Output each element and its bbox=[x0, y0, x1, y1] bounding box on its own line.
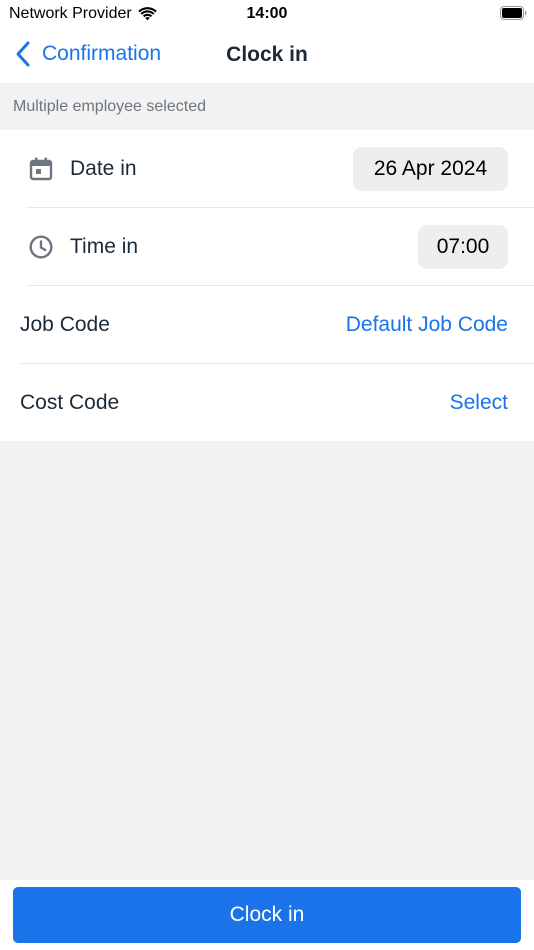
date-in-value[interactable]: 26 Apr 2024 bbox=[353, 147, 508, 191]
info-text: Multiple employee selected bbox=[13, 98, 206, 115]
calendar-icon bbox=[29, 157, 53, 181]
job-code-label: Job Code bbox=[20, 313, 110, 336]
time-in-row[interactable]: Time in 07:00 bbox=[0, 208, 534, 286]
footer: Clock in bbox=[0, 880, 534, 950]
cost-code-label: Cost Code bbox=[20, 391, 120, 414]
clock-in-button[interactable]: Clock in bbox=[13, 887, 521, 943]
cost-code-select[interactable]: Select bbox=[450, 391, 508, 415]
info-banner: Multiple employee selected bbox=[0, 83, 534, 130]
date-in-label: Date in bbox=[70, 157, 137, 180]
date-in-row[interactable]: Date in 26 Apr 2024 bbox=[0, 130, 534, 208]
time-in-value[interactable]: 07:00 bbox=[418, 225, 508, 269]
battery-icon bbox=[500, 6, 527, 20]
job-code-value[interactable]: Default Job Code bbox=[346, 313, 508, 337]
navigation-bar: Confirmation Clock in bbox=[0, 28, 534, 83]
status-bar: Network Provider 14:00 bbox=[0, 0, 534, 28]
job-code-row[interactable]: Job Code Default Job Code bbox=[0, 286, 534, 364]
clock-icon bbox=[29, 235, 53, 259]
page-title: Clock in bbox=[226, 43, 308, 66]
cost-code-row[interactable]: Cost Code Select bbox=[0, 364, 534, 442]
status-time: 14:00 bbox=[246, 5, 288, 22]
time-in-label: Time in bbox=[70, 235, 139, 258]
clock-in-form: Date in 26 Apr 2024 Time in 07:00 Job Co… bbox=[0, 130, 534, 441]
